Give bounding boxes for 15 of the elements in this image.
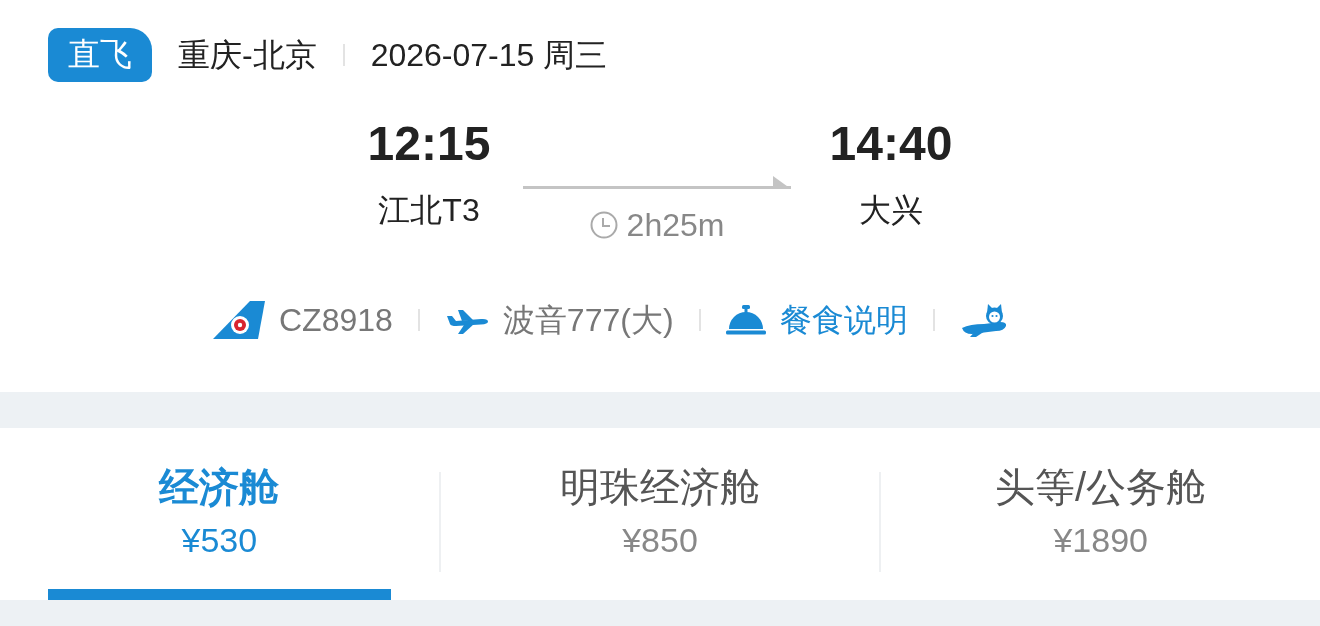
clock-icon [589, 211, 618, 239]
tail-fin-icon [213, 301, 265, 339]
arrival-time: 14:40 [829, 116, 953, 172]
date-text: 2026-07-15 周三 [370, 36, 608, 75]
aircraft-type: 波音777(大) [502, 301, 674, 340]
duration-text: 2h25m [626, 207, 725, 243]
meal-info-link[interactable]: 餐食说明 [779, 300, 908, 340]
service-bell-icon [725, 305, 766, 335]
departure-airport: 江北T3 [378, 191, 480, 230]
cat-airplane-icon [959, 303, 1008, 337]
route-text: 重庆-北京 [178, 36, 317, 75]
departure-time: 12:15 [367, 116, 491, 172]
direct-flight-badge: 直飞 [48, 28, 152, 82]
flight-number: CZ8918 [279, 301, 393, 340]
arrival-airport: 大兴 [859, 191, 923, 230]
